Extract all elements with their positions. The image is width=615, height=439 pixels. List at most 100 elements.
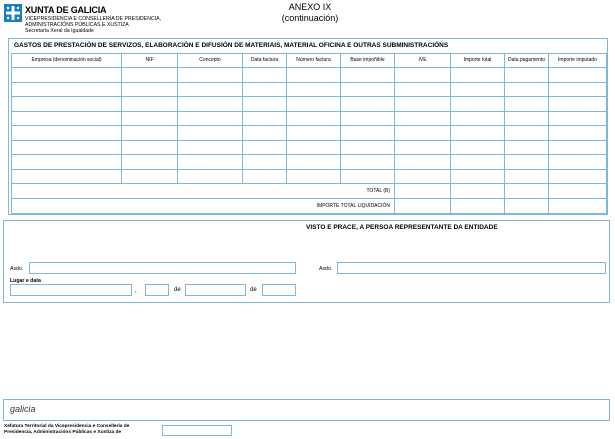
table-cell[interactable] (242, 81, 287, 97)
table-cell[interactable] (548, 154, 607, 170)
table-cell[interactable] (450, 139, 505, 155)
table-cell[interactable] (286, 168, 341, 184)
table-cell[interactable] (177, 67, 243, 83)
table-cell[interactable] (548, 96, 607, 112)
total-label: TOTAL (B) (11, 183, 395, 199)
table-cell[interactable] (548, 139, 607, 155)
table-cell[interactable] (394, 139, 451, 155)
table-cell[interactable] (177, 96, 243, 112)
table-cell[interactable] (121, 67, 178, 83)
table-cell[interactable] (177, 125, 243, 141)
table-cell[interactable] (286, 67, 341, 83)
liquidation-ive-cell[interactable] (394, 198, 451, 214)
table-cell[interactable] (242, 139, 287, 155)
table-cell[interactable] (450, 168, 505, 184)
asdo-right-field[interactable] (337, 262, 606, 274)
footer-location-field[interactable] (162, 425, 232, 436)
table-cell[interactable] (177, 168, 243, 184)
table-cell[interactable] (242, 110, 287, 126)
table-cell[interactable] (548, 81, 607, 97)
table-cell[interactable] (450, 81, 505, 97)
table-cell[interactable] (340, 67, 395, 83)
table-row (11, 96, 607, 112)
table-cell[interactable] (504, 96, 549, 112)
liquidation-imputado-cell[interactable] (548, 198, 607, 214)
de-separator-1: de (174, 287, 181, 293)
table-cell[interactable] (394, 125, 451, 141)
table-cell[interactable] (121, 81, 178, 97)
table-cell[interactable] (340, 110, 395, 126)
table-cell[interactable] (286, 81, 341, 97)
table-cell[interactable] (286, 154, 341, 170)
table-cell[interactable] (450, 96, 505, 112)
table-cell[interactable] (286, 139, 341, 155)
table-cell[interactable] (504, 139, 549, 155)
table-cell[interactable] (340, 125, 395, 141)
table-cell[interactable] (286, 125, 341, 141)
table-cell[interactable] (504, 125, 549, 141)
table-cell[interactable] (242, 96, 287, 112)
table-cell[interactable] (177, 81, 243, 97)
table-cell[interactable] (121, 110, 178, 126)
table-cell[interactable] (548, 125, 607, 141)
table-cell[interactable] (548, 67, 607, 83)
table-cell[interactable] (11, 168, 122, 184)
table-cell[interactable] (450, 67, 505, 83)
table-cell[interactable] (121, 154, 178, 170)
table-cell[interactable] (548, 110, 607, 126)
month-field[interactable] (185, 284, 246, 296)
asdo-left-field[interactable] (29, 262, 296, 274)
table-cell[interactable] (450, 110, 505, 126)
table-cell[interactable] (11, 110, 122, 126)
table-cell[interactable] (11, 96, 122, 112)
table-cell[interactable] (286, 96, 341, 112)
table-cell[interactable] (450, 154, 505, 170)
day-field[interactable] (145, 284, 169, 296)
table-cell[interactable] (394, 96, 451, 112)
table-cell[interactable] (340, 139, 395, 155)
table-cell[interactable] (11, 139, 122, 155)
table-cell[interactable] (340, 81, 395, 97)
year-field[interactable] (262, 284, 296, 296)
table-cell[interactable] (504, 81, 549, 97)
table-cell[interactable] (340, 96, 395, 112)
table-cell[interactable] (504, 154, 549, 170)
table-cell[interactable] (11, 81, 122, 97)
table-cell[interactable] (394, 154, 451, 170)
table-cell[interactable] (394, 81, 451, 97)
table-cell[interactable] (11, 67, 122, 83)
table-cell[interactable] (340, 168, 395, 184)
table-cell[interactable] (242, 168, 287, 184)
table-cell[interactable] (394, 168, 451, 184)
table-cell[interactable] (121, 125, 178, 141)
table-cell[interactable] (242, 154, 287, 170)
column-header: Importe imputado (548, 53, 607, 68)
total-importe-cell[interactable] (450, 183, 505, 199)
table-cell[interactable] (177, 139, 243, 155)
table-cell[interactable] (121, 139, 178, 155)
table-cell[interactable] (450, 125, 505, 141)
table-cell[interactable] (394, 67, 451, 83)
table-cell[interactable] (11, 125, 122, 141)
total-data-cell[interactable] (504, 183, 549, 199)
table-cell[interactable] (286, 110, 341, 126)
total-imputado-cell[interactable] (548, 183, 607, 199)
table-cell[interactable] (242, 125, 287, 141)
table-cell[interactable] (394, 110, 451, 126)
liquidation-data-cell[interactable] (504, 198, 549, 214)
table-row (11, 154, 607, 170)
table-cell[interactable] (121, 96, 178, 112)
table-cell[interactable] (504, 110, 549, 126)
table-cell[interactable] (121, 168, 178, 184)
table-cell[interactable] (548, 168, 607, 184)
table-cell[interactable] (242, 67, 287, 83)
place-field[interactable] (10, 284, 132, 296)
table-cell[interactable] (177, 110, 243, 126)
total-ive-cell[interactable] (394, 183, 451, 199)
table-cell[interactable] (177, 154, 243, 170)
table-cell[interactable] (504, 168, 549, 184)
table-cell[interactable] (504, 67, 549, 83)
liquidation-importe-cell[interactable] (450, 198, 505, 214)
table-cell[interactable] (340, 154, 395, 170)
table-cell[interactable] (11, 154, 122, 170)
